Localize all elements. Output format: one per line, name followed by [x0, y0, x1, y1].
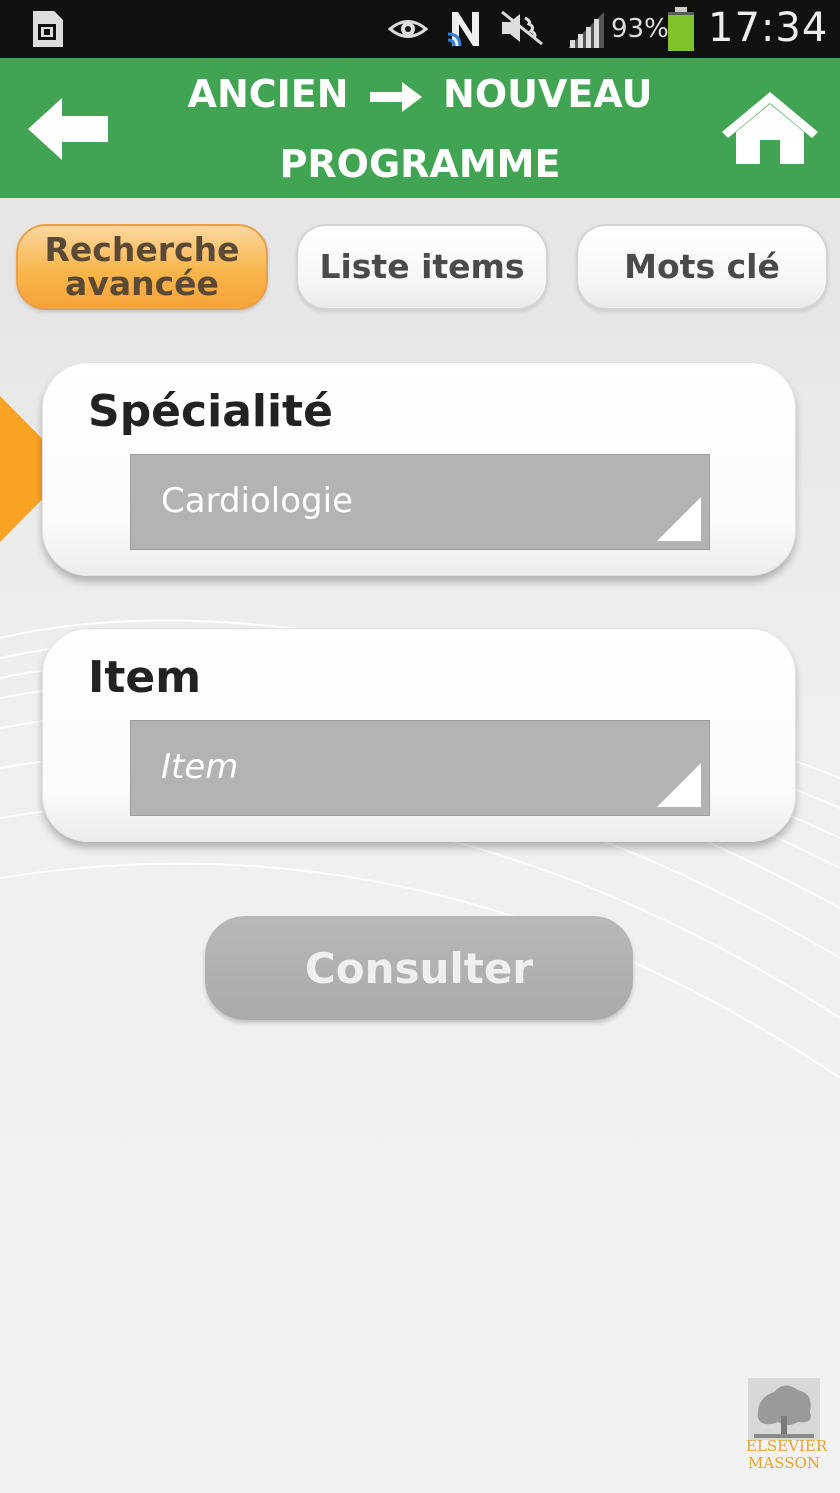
page-title-line2: PROGRAMME [279, 142, 561, 186]
clock-time: 17:34 [708, 5, 829, 51]
tab-liste-items[interactable]: Liste items [296, 224, 548, 310]
specialite-card: Spécialité Cardiologie [42, 362, 796, 576]
tab-mots-cle-label: Mots clé [624, 247, 780, 286]
item-label: Item [88, 652, 202, 703]
battery-icon [668, 7, 694, 51]
eye-icon [388, 20, 428, 38]
content-area: Recherche avancée Liste items Mots clé S… [0, 198, 840, 1493]
item-select[interactable]: Item [130, 720, 710, 816]
sim-card-icon [33, 11, 63, 47]
tab-liste-items-label: Liste items [319, 247, 525, 286]
mute-icon [501, 10, 543, 46]
item-card: Item Item [42, 628, 796, 842]
app-header: ANCIEN NOUVEAU PROGRAMME [0, 58, 840, 198]
tab-mots-cle[interactable]: Mots clé [576, 224, 828, 310]
status-bar: 93% 17:34 [0, 0, 840, 58]
right-arrow-icon [369, 81, 422, 112]
logo-line2: MASSON [748, 1454, 820, 1472]
battery-percent: 93% [611, 14, 669, 44]
tabs-bar: Recherche avancée Liste items Mots clé [0, 198, 840, 336]
specialite-value: Cardiologie [161, 481, 353, 521]
item-placeholder: Item [161, 747, 239, 787]
specialite-label: Spécialité [88, 386, 333, 437]
tab-recherche-avancee-label: Recherche avancée [45, 233, 240, 301]
home-icon[interactable] [718, 88, 822, 168]
title-ancien: ANCIEN [187, 72, 349, 116]
dropdown-corner-icon [657, 763, 701, 807]
tab-recherche-avancee[interactable]: Recherche avancée [16, 224, 268, 310]
nfc-icon [448, 12, 479, 47]
page-title-line1: ANCIEN NOUVEAU [0, 72, 840, 116]
signal-icon [568, 12, 604, 48]
tab-label-line2: avancée [65, 264, 219, 303]
logo-line1: ELSEVIER [746, 1437, 828, 1455]
specialite-select[interactable]: Cardiologie [130, 454, 710, 550]
dropdown-corner-icon [657, 497, 701, 541]
consulter-button[interactable]: Consulter [205, 916, 633, 1020]
title-nouveau: NOUVEAU [443, 72, 653, 116]
